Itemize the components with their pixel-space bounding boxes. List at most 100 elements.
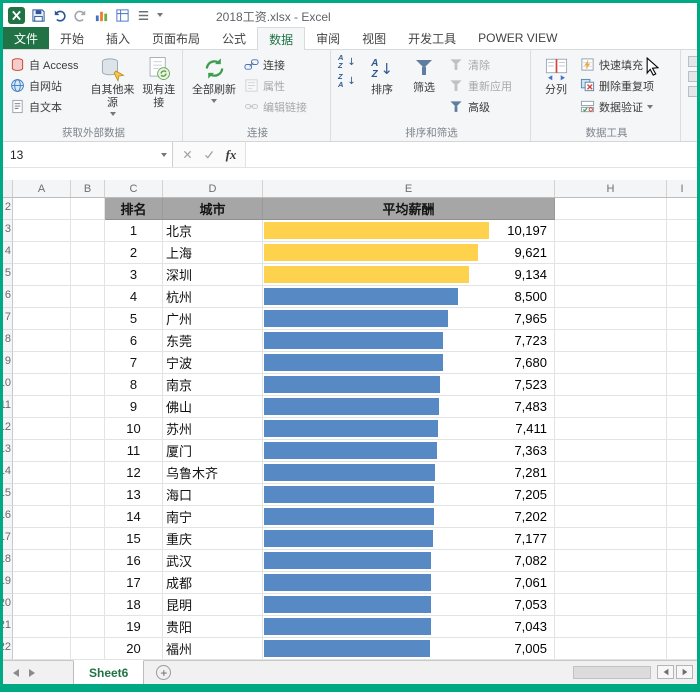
row-header[interactable]: 9 bbox=[3, 352, 13, 374]
cell-empty[interactable] bbox=[13, 242, 71, 264]
ribbon-tab-6[interactable]: 视图 bbox=[351, 27, 397, 49]
row-header[interactable]: 14 bbox=[3, 462, 13, 484]
cell-empty[interactable] bbox=[555, 550, 667, 572]
cell-rank[interactable]: 5 bbox=[105, 308, 163, 330]
cell-empty[interactable] bbox=[555, 308, 667, 330]
cell-rank[interactable]: 1 bbox=[105, 220, 163, 242]
cell-empty[interactable] bbox=[71, 352, 105, 374]
cell-salary[interactable]: 7,205 bbox=[263, 484, 555, 506]
cell-salary[interactable]: 7,680 bbox=[263, 352, 555, 374]
connections-button[interactable]: 连接 bbox=[241, 54, 327, 75]
sheet-nav-right-icon[interactable] bbox=[29, 669, 35, 677]
cell-city[interactable]: 深圳 bbox=[163, 264, 263, 286]
row-header[interactable]: 2 bbox=[3, 198, 13, 220]
cell-empty[interactable] bbox=[555, 440, 667, 462]
add-sheet-button[interactable]: + bbox=[156, 665, 171, 680]
cell-salary[interactable]: 7,363 bbox=[263, 440, 555, 462]
cell-city[interactable]: 南宁 bbox=[163, 506, 263, 528]
row-header[interactable]: 15 bbox=[3, 484, 13, 506]
cell-empty[interactable] bbox=[71, 242, 105, 264]
cell-city[interactable]: 北京 bbox=[163, 220, 263, 242]
cell-empty[interactable] bbox=[555, 242, 667, 264]
cell-empty[interactable] bbox=[71, 308, 105, 330]
cancel-entry-icon[interactable] bbox=[177, 145, 197, 165]
chart-icon[interactable] bbox=[94, 8, 109, 23]
cell-empty[interactable] bbox=[71, 572, 105, 594]
cell-empty[interactable] bbox=[71, 286, 105, 308]
remove-duplicates-button[interactable]: 删除重复项 bbox=[577, 75, 675, 96]
cell-empty[interactable] bbox=[13, 506, 71, 528]
cell-city[interactable]: 福州 bbox=[163, 638, 263, 660]
cell-empty[interactable] bbox=[71, 550, 105, 572]
column-header-I[interactable]: I bbox=[667, 180, 697, 197]
row-header[interactable]: 20 bbox=[3, 594, 13, 616]
cell-empty[interactable] bbox=[71, 462, 105, 484]
cell-empty[interactable] bbox=[667, 330, 697, 352]
cell-city[interactable]: 成都 bbox=[163, 572, 263, 594]
cell-salary[interactable]: 7,043 bbox=[263, 616, 555, 638]
cell-empty[interactable] bbox=[13, 638, 71, 660]
pivot-table-icon[interactable] bbox=[115, 8, 130, 23]
cell-empty[interactable] bbox=[667, 198, 697, 220]
ribbon-tab-4[interactable]: 数据 bbox=[257, 27, 305, 50]
text-to-columns-button[interactable]: 分列 bbox=[535, 52, 577, 97]
cell-city[interactable]: 乌鲁木齐 bbox=[163, 462, 263, 484]
refresh-all-button[interactable]: 全部刷新 bbox=[187, 52, 241, 103]
cell-empty[interactable] bbox=[555, 616, 667, 638]
customize-qat-icon[interactable] bbox=[157, 13, 163, 17]
cell-rank[interactable]: 7 bbox=[105, 352, 163, 374]
data-validation-button[interactable]: 数据验证 bbox=[577, 96, 675, 117]
row-header[interactable]: 7 bbox=[3, 308, 13, 330]
other-sources-button[interactable]: 自其他来源 bbox=[88, 52, 138, 116]
sort-descending-button[interactable]: ZA↓ bbox=[335, 73, 361, 89]
cell-empty[interactable] bbox=[667, 264, 697, 286]
cell-empty[interactable] bbox=[555, 198, 667, 220]
row-header[interactable]: 3 bbox=[3, 220, 13, 242]
cell-rank[interactable]: 12 bbox=[105, 462, 163, 484]
cell-empty[interactable] bbox=[555, 352, 667, 374]
cell-rank[interactable]: 16 bbox=[105, 550, 163, 572]
cell-empty[interactable] bbox=[13, 374, 71, 396]
table-header-city[interactable]: 城市 bbox=[163, 198, 263, 220]
cell-empty[interactable] bbox=[555, 462, 667, 484]
cell-empty[interactable] bbox=[13, 220, 71, 242]
ribbon-tab-2[interactable]: 页面布局 bbox=[141, 27, 211, 49]
cell-salary[interactable]: 7,523 bbox=[263, 374, 555, 396]
cell-empty[interactable] bbox=[667, 440, 697, 462]
name-box[interactable]: 13 bbox=[3, 142, 173, 167]
scrollbar-thumb[interactable] bbox=[573, 666, 651, 679]
cell-empty[interactable] bbox=[71, 594, 105, 616]
cell-rank[interactable]: 13 bbox=[105, 484, 163, 506]
cell-salary[interactable]: 7,061 bbox=[263, 572, 555, 594]
cell-empty[interactable] bbox=[13, 308, 71, 330]
cell-empty[interactable] bbox=[667, 220, 697, 242]
sheet-tab-active[interactable]: Sheet6 bbox=[73, 660, 144, 684]
cell-empty[interactable] bbox=[71, 506, 105, 528]
cell-city[interactable]: 海口 bbox=[163, 484, 263, 506]
column-header-A[interactable]: A bbox=[13, 180, 71, 197]
cell-empty[interactable] bbox=[13, 572, 71, 594]
undo-icon[interactable] bbox=[52, 8, 67, 23]
cell-city[interactable]: 佛山 bbox=[163, 396, 263, 418]
cell-empty[interactable] bbox=[13, 550, 71, 572]
cell-rank[interactable]: 14 bbox=[105, 506, 163, 528]
cell-salary[interactable]: 9,134 bbox=[263, 264, 555, 286]
row-header[interactable]: 6 bbox=[3, 286, 13, 308]
cell-empty[interactable] bbox=[555, 572, 667, 594]
cell-empty[interactable] bbox=[71, 440, 105, 462]
cell-rank[interactable]: 8 bbox=[105, 374, 163, 396]
cell-rank[interactable]: 10 bbox=[105, 418, 163, 440]
sort-button[interactable]: AZ ↓ 排序 bbox=[361, 52, 403, 97]
cell-city[interactable]: 杭州 bbox=[163, 286, 263, 308]
cell-empty[interactable] bbox=[13, 352, 71, 374]
from-access-button[interactable]: 自 Access bbox=[7, 54, 88, 75]
cell-empty[interactable] bbox=[71, 638, 105, 660]
cell-empty[interactable] bbox=[555, 528, 667, 550]
cell-empty[interactable] bbox=[667, 616, 697, 638]
table-header-rank[interactable]: 排名 bbox=[105, 198, 163, 220]
cell-empty[interactable] bbox=[13, 462, 71, 484]
cell-empty[interactable] bbox=[667, 352, 697, 374]
cell-empty[interactable] bbox=[71, 484, 105, 506]
column-header-B[interactable]: B bbox=[71, 180, 105, 197]
cell-rank[interactable]: 4 bbox=[105, 286, 163, 308]
